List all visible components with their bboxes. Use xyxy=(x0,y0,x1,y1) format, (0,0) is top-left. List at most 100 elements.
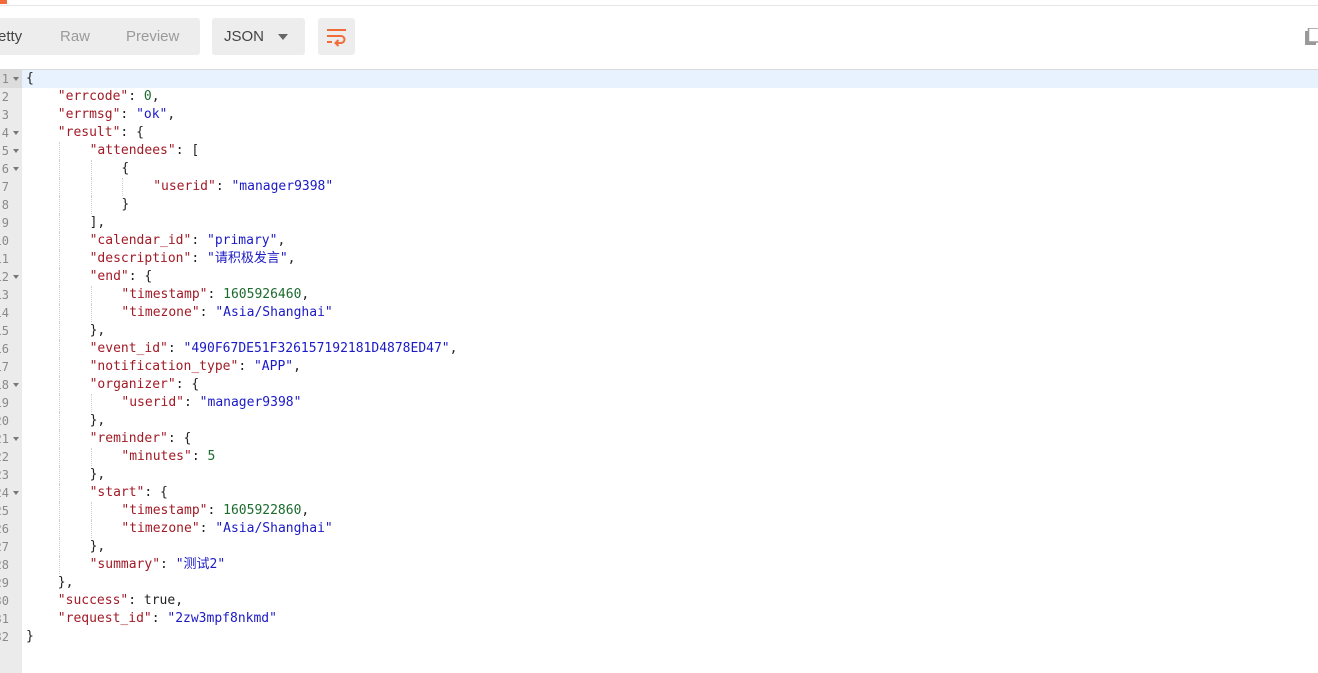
fold-arrow-icon[interactable] xyxy=(13,275,19,279)
code-line: 2 "errcode": 0, xyxy=(0,88,1318,106)
tab-preview[interactable]: Preview xyxy=(126,18,179,55)
code-text: "errcode": 0, xyxy=(58,88,160,106)
indent-guide xyxy=(58,412,60,430)
json-punctuation: , xyxy=(301,503,310,518)
json-punctuation: : { xyxy=(167,431,192,446)
line-number-cell: 31 xyxy=(0,610,22,628)
json-key: "timezone" xyxy=(121,305,200,320)
code-line: 11 "description": "请积极发言", xyxy=(0,250,1318,268)
code-text: }, xyxy=(58,574,74,592)
code-line: 6{ xyxy=(0,160,1318,178)
code-line: 26 "timezone": "Asia/Shanghai" xyxy=(0,520,1318,538)
line-number: 7 xyxy=(1,180,9,194)
code-text: "request_id": "2zw3mpf8nkmd" xyxy=(58,610,277,628)
line-number: 5 xyxy=(1,144,9,158)
line-number: 3 xyxy=(1,108,9,122)
json-punctuation: : xyxy=(191,449,208,464)
json-punctuation: : xyxy=(160,557,176,572)
json-key: "organizer" xyxy=(89,377,176,392)
json-punctuation: { xyxy=(121,161,130,176)
json-punctuation: , xyxy=(293,359,301,374)
line-number-cell: 8 xyxy=(0,196,22,214)
json-key: "request_id" xyxy=(57,611,152,626)
code-text: { xyxy=(121,160,129,178)
indent-guide xyxy=(58,214,60,232)
json-key: "summary" xyxy=(89,557,161,572)
fold-arrow-icon[interactable] xyxy=(13,437,19,441)
indent-guide xyxy=(58,250,60,268)
code-line: 17 "notification_type": "APP", xyxy=(0,358,1318,376)
line-number-cell: 7 xyxy=(0,178,22,196)
json-punctuation: }, xyxy=(89,413,106,428)
fold-arrow-icon[interactable] xyxy=(13,77,19,81)
json-punctuation: }, xyxy=(89,539,106,554)
fold-arrow-icon[interactable] xyxy=(13,383,19,387)
code-text: "timezone": "Asia/Shanghai" xyxy=(121,520,332,538)
fold-arrow-icon[interactable] xyxy=(13,131,19,135)
chevron-down-icon xyxy=(278,34,288,40)
line-number: 22 xyxy=(0,450,9,464)
indent-guide xyxy=(58,358,60,376)
json-string-value: "ok" xyxy=(136,107,168,122)
tab-raw[interactable]: Raw xyxy=(60,18,90,55)
json-string-value: "primary" xyxy=(207,233,278,248)
response-toolbar: etty Raw Preview JSON xyxy=(0,6,1318,69)
indent-guide xyxy=(90,502,92,520)
line-number-cell: 27 xyxy=(0,538,22,556)
json-punctuation: : xyxy=(199,305,216,320)
json-string-value: "manager9398" xyxy=(231,179,334,194)
json-punctuation: { xyxy=(26,71,34,86)
line-number-cell: 30 xyxy=(0,592,22,610)
fold-arrow-icon[interactable] xyxy=(13,149,19,153)
line-number: 31 xyxy=(0,612,9,626)
json-punctuation: : xyxy=(120,107,137,122)
indent-guide xyxy=(90,160,92,178)
indent-guide xyxy=(58,556,60,574)
line-number: 1 xyxy=(1,72,9,86)
line-number-cell: 26 xyxy=(0,520,22,538)
line-number: 30 xyxy=(0,594,9,608)
line-number: 16 xyxy=(0,342,9,356)
code-line: 1{ xyxy=(0,70,1318,88)
wrap-lines-icon xyxy=(327,29,346,47)
code-line: 5 "attendees": [ xyxy=(0,142,1318,160)
json-key: "userid" xyxy=(153,179,216,194)
indent-guide xyxy=(58,430,60,448)
indent-guide xyxy=(58,466,60,484)
line-number: 18 xyxy=(0,378,9,392)
json-punctuation: , xyxy=(301,287,310,302)
line-number: 10 xyxy=(0,234,9,248)
line-number: 20 xyxy=(0,414,9,428)
fold-arrow-icon[interactable] xyxy=(13,491,19,495)
code-text: "event_id": "490F67DE51F326157192181D487… xyxy=(90,340,458,358)
fold-arrow-icon[interactable] xyxy=(13,167,19,171)
code-line: 29}, xyxy=(0,574,1318,592)
json-punctuation: : xyxy=(238,359,254,374)
format-select[interactable]: JSON xyxy=(212,18,305,55)
json-punctuation: : { xyxy=(128,269,153,284)
code-line: 30 "success": true, xyxy=(0,592,1318,610)
code-line: 19 "userid": "manager9398" xyxy=(0,394,1318,412)
line-number-cell: 4 xyxy=(0,124,22,142)
json-punctuation: } xyxy=(121,197,130,212)
code-line: 22 "minutes": 5 xyxy=(0,448,1318,466)
wrap-lines-button[interactable] xyxy=(318,18,355,55)
indent-guide xyxy=(58,268,60,286)
line-number: 28 xyxy=(0,558,9,572)
line-number-cell: 14 xyxy=(0,304,22,322)
json-punctuation: : xyxy=(128,593,144,608)
json-key: "notification_type" xyxy=(89,359,239,374)
response-body-editor[interactable]: 1{2 "errcode": 0, 3 "errmsg": "ok", 4 "result… xyxy=(0,70,1318,673)
line-number-cell: 11 xyxy=(0,250,22,268)
json-punctuation: : xyxy=(207,503,224,518)
copy-icon[interactable] xyxy=(1305,28,1318,46)
code-text: }, xyxy=(90,538,106,556)
line-number: 4 xyxy=(1,126,9,140)
json-punctuation: : { xyxy=(175,377,200,392)
json-punctuation: }, xyxy=(57,575,74,590)
code-line: 8} xyxy=(0,196,1318,214)
json-string-value: "490F67DE51F326157192181D4878ED47" xyxy=(183,341,450,356)
tab-pretty[interactable]: etty xyxy=(0,18,22,55)
json-punctuation: }, xyxy=(89,323,106,338)
code-line: 14 "timezone": "Asia/Shanghai" xyxy=(0,304,1318,322)
